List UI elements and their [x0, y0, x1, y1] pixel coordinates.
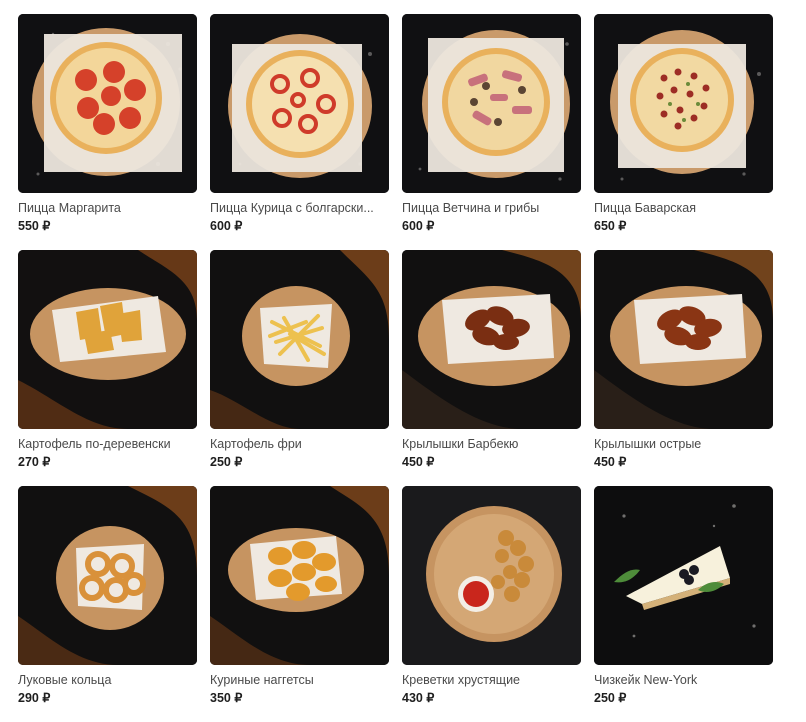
product-title[interactable]: Пицца Баварская	[594, 201, 773, 216]
product-price: 430 ₽	[402, 691, 435, 705]
product-price: 550 ₽	[18, 219, 51, 233]
product-title[interactable]: Крылышки острые	[594, 437, 773, 452]
product-title[interactable]: Пицца Ветчина и грибы	[402, 201, 581, 216]
pizza-ham-mushroom-icon	[402, 14, 581, 193]
french-fries-icon	[210, 250, 389, 429]
product-price: 350 ₽	[210, 691, 243, 705]
product-title[interactable]: Креветки хрустящие	[402, 673, 581, 688]
product-card[interactable]: Пицца Курица с болгарски... 600 ₽	[210, 14, 389, 250]
product-price: 250 ₽	[594, 691, 627, 705]
product-image[interactable]	[18, 14, 197, 193]
product-title[interactable]: Куриные наггетсы	[210, 673, 389, 688]
product-price: 600 ₽	[402, 219, 435, 233]
product-card[interactable]: Пицца Маргарита 550 ₽	[18, 14, 197, 250]
potato-wedges-icon	[18, 250, 197, 429]
product-image[interactable]	[210, 250, 389, 429]
product-image[interactable]	[594, 14, 773, 193]
product-title[interactable]: Пицца Курица с болгарски...	[210, 201, 389, 216]
cheesecake-icon	[594, 486, 773, 665]
product-title[interactable]: Картофель по-деревенски	[18, 437, 197, 452]
product-image[interactable]	[210, 486, 389, 665]
product-card[interactable]: Пицца Баварская 650 ₽	[594, 14, 773, 250]
product-grid: Пицца Маргарита 550 ₽ Пицца Курица с бол…	[18, 14, 773, 722]
product-card[interactable]: Картофель по-деревенски 270 ₽	[18, 250, 197, 486]
product-price: 250 ₽	[210, 455, 243, 469]
product-price: 650 ₽	[594, 219, 627, 233]
pizza-chicken-pepper-icon	[210, 14, 389, 193]
chicken-nuggets-icon	[210, 486, 389, 665]
product-title[interactable]: Луковые кольца	[18, 673, 197, 688]
product-card[interactable]: Луковые кольца 290 ₽	[18, 486, 197, 722]
product-title[interactable]: Чизкейк New-York	[594, 673, 773, 688]
product-price: 600 ₽	[210, 219, 243, 233]
product-card[interactable]: Крылышки Барбекю 450 ₽	[402, 250, 581, 486]
product-image[interactable]	[210, 14, 389, 193]
product-price: 450 ₽	[594, 455, 627, 469]
product-card[interactable]: Картофель фри 250 ₽	[210, 250, 389, 486]
pizza-margherita-icon	[18, 14, 197, 193]
product-title[interactable]: Крылышки Барбекю	[402, 437, 581, 452]
product-title[interactable]: Пицца Маргарита	[18, 201, 197, 216]
product-card[interactable]: Креветки хрустящие 430 ₽	[402, 486, 581, 722]
product-image[interactable]	[594, 486, 773, 665]
spicy-wings-icon	[594, 250, 773, 429]
pizza-bavarian-icon	[594, 14, 773, 193]
product-card[interactable]: Пицца Ветчина и грибы 600 ₽	[402, 14, 581, 250]
product-card[interactable]: Чизкейк New-York 250 ₽	[594, 486, 773, 722]
product-image[interactable]	[402, 250, 581, 429]
product-title[interactable]: Картофель фри	[210, 437, 389, 452]
product-image[interactable]	[18, 486, 197, 665]
bbq-wings-icon	[402, 250, 581, 429]
product-image[interactable]	[594, 250, 773, 429]
product-price: 450 ₽	[402, 455, 435, 469]
product-price: 270 ₽	[18, 455, 51, 469]
product-image[interactable]	[402, 486, 581, 665]
product-image[interactable]	[18, 250, 197, 429]
onion-rings-icon	[18, 486, 197, 665]
product-card[interactable]: Крылышки острые 450 ₽	[594, 250, 773, 486]
product-image[interactable]	[402, 14, 581, 193]
crispy-shrimp-icon	[402, 486, 581, 665]
product-card[interactable]: Куриные наггетсы 350 ₽	[210, 486, 389, 722]
product-price: 290 ₽	[18, 691, 51, 705]
